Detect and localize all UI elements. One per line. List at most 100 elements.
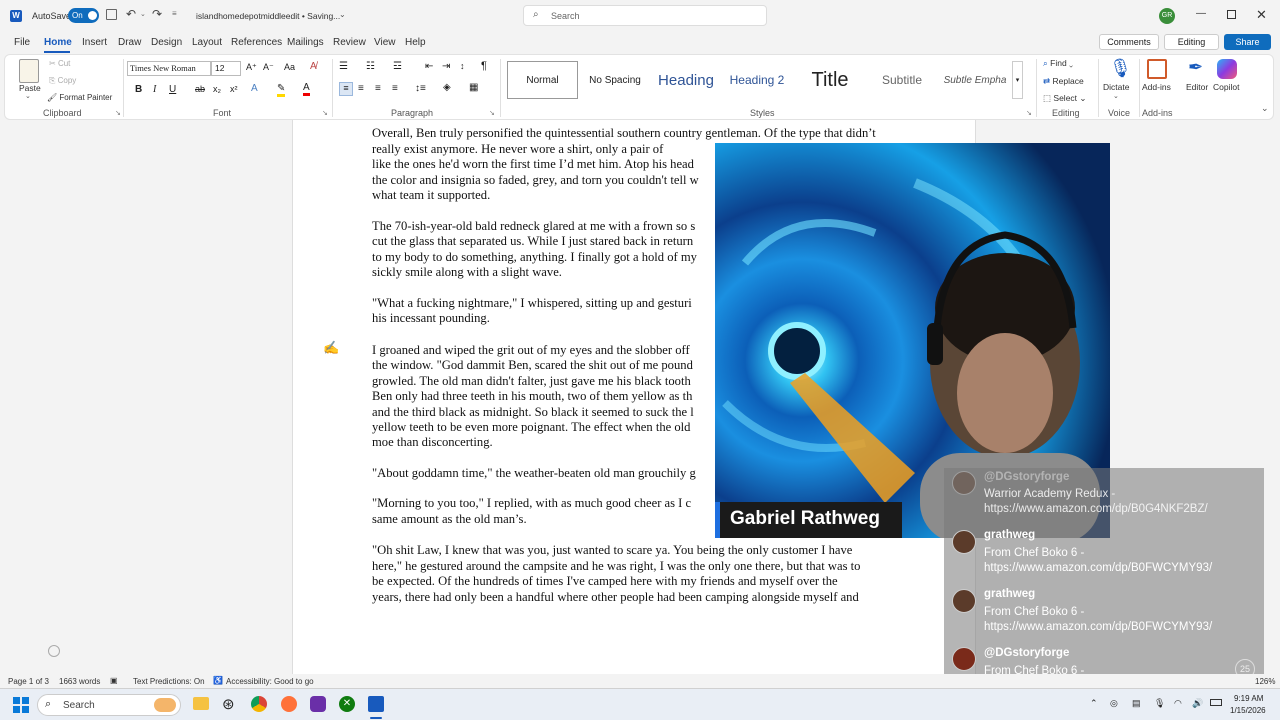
wifi-icon[interactable]: ◠ bbox=[1174, 698, 1182, 709]
title-dropdown-icon[interactable]: ⌄ bbox=[339, 10, 346, 19]
dictate-dropdown-icon[interactable]: ⌄ bbox=[1113, 92, 1119, 100]
paragraph-line[interactable]: "About goddamn time," the weather-beaten… bbox=[372, 466, 717, 482]
grow-font-icon[interactable]: A⁺ bbox=[246, 62, 257, 73]
page-count[interactable]: Page 1 of 3 bbox=[8, 677, 49, 686]
paragraph-line[interactable]: I groaned and wiped the grit out of my e… bbox=[372, 343, 717, 359]
font-family-select[interactable]: Times New Roman bbox=[127, 61, 211, 76]
sort-icon[interactable]: ↕ bbox=[460, 61, 465, 71]
tab-help[interactable]: Help bbox=[405, 37, 426, 48]
paste-dropdown-icon[interactable]: ⌄ bbox=[25, 92, 31, 100]
font-size-select[interactable]: 12 bbox=[211, 61, 241, 76]
superscript-icon[interactable]: x² bbox=[230, 84, 238, 94]
close-icon[interactable]: ✕ bbox=[1256, 7, 1267, 23]
tab-design[interactable]: Design bbox=[151, 37, 182, 48]
style-subtle-emphasis[interactable]: Subtle Empha bbox=[939, 61, 1011, 99]
tab-view[interactable]: View bbox=[374, 37, 396, 48]
addins-icon[interactable] bbox=[1147, 59, 1167, 79]
clock-time[interactable]: 9:19 AM bbox=[1234, 694, 1263, 703]
paragraph-line[interactable]: growled. The old man didn't falter, just… bbox=[372, 374, 717, 390]
paragraph-line[interactable]: here," he gestured around the campsite a… bbox=[372, 559, 897, 575]
tray-icon[interactable]: ◎ bbox=[1110, 698, 1118, 709]
word-count[interactable]: 1663 words bbox=[59, 677, 100, 686]
minimize-icon[interactable]: — bbox=[1196, 8, 1206, 19]
editor-icon[interactable]: ✒ bbox=[1188, 57, 1203, 78]
save-icon[interactable] bbox=[106, 9, 117, 20]
paragraph-line[interactable]: cut the glass that separated us. While I… bbox=[372, 234, 717, 250]
shading-icon[interactable]: ◈ bbox=[443, 82, 451, 93]
autosave-toggle[interactable]: On bbox=[68, 8, 99, 23]
chrome-icon[interactable] bbox=[251, 696, 267, 712]
clock-date[interactable]: 1/15/2026 bbox=[1230, 706, 1266, 715]
style-normal[interactable]: Normal bbox=[507, 61, 578, 99]
strikethrough-icon[interactable]: ab bbox=[195, 84, 205, 94]
battery-icon[interactable] bbox=[1210, 699, 1222, 706]
tab-review[interactable]: Review bbox=[333, 37, 366, 48]
chatgpt-icon[interactable]: ⊛ bbox=[222, 695, 235, 713]
paragraph-line[interactable]: the color and insignia so faded, grey, a… bbox=[372, 173, 717, 189]
multilevel-list-icon[interactable]: ☲ bbox=[393, 61, 402, 72]
align-left-icon[interactable]: ≡ bbox=[339, 82, 353, 96]
shrink-font-icon[interactable]: A⁻ bbox=[263, 62, 274, 73]
format-painter-button[interactable]: 🖌 Format Painter bbox=[47, 93, 112, 102]
obs-icon[interactable] bbox=[310, 696, 326, 712]
addins-label[interactable]: Add-ins bbox=[1142, 82, 1171, 92]
paragraph-line[interactable]: The 70-ish-year-old bald redneck glared … bbox=[372, 219, 717, 235]
word-taskbar-icon[interactable] bbox=[368, 696, 384, 712]
numbering-icon[interactable]: ☷ bbox=[366, 61, 375, 72]
paragraph-line[interactable]: to my body to do something, anything. I … bbox=[372, 250, 717, 266]
undo-icon[interactable]: ↶ bbox=[126, 7, 136, 21]
file-explorer-icon[interactable] bbox=[193, 697, 209, 710]
increase-indent-icon[interactable]: ⇥ bbox=[442, 61, 450, 72]
style-title[interactable]: Title bbox=[794, 61, 866, 99]
italic-icon[interactable]: I bbox=[153, 84, 156, 95]
paragraph-line[interactable]: be expected. Of the hundreds of times I'… bbox=[372, 574, 897, 590]
text-predictions[interactable]: Text Predictions: On bbox=[133, 677, 205, 686]
accessibility-status[interactable]: Accessibility: Good to go bbox=[226, 677, 314, 686]
volume-icon[interactable]: 🔊 bbox=[1192, 698, 1203, 709]
copilot-label[interactable]: Copilot bbox=[1213, 82, 1239, 92]
windows-start-icon[interactable] bbox=[13, 697, 29, 713]
font-launcher-icon[interactable]: ↘ bbox=[322, 109, 328, 117]
paragraph-line[interactable]: "What a fucking nightmare," I whispered,… bbox=[372, 296, 717, 312]
restore-icon[interactable] bbox=[1227, 10, 1236, 19]
paragraph-line[interactable]: "Oh shit Law, I knew that was you, just … bbox=[372, 543, 897, 559]
copilot-icon[interactable] bbox=[1217, 59, 1237, 79]
firefox-icon[interactable] bbox=[281, 696, 297, 712]
bullets-icon[interactable]: ☰ bbox=[339, 61, 348, 72]
dictate-icon[interactable]: 🎙 bbox=[1109, 58, 1132, 79]
tab-layout[interactable]: Layout bbox=[192, 37, 222, 48]
justify-icon[interactable]: ≡ bbox=[392, 83, 398, 94]
find-button[interactable]: ⌕ Find ⌄ bbox=[1043, 58, 1073, 69]
editor-label[interactable]: Editor bbox=[1186, 82, 1208, 92]
paragraph-line[interactable]: years, there had only been a handful whe… bbox=[372, 590, 897, 606]
align-center-icon[interactable]: ≡ bbox=[358, 83, 364, 94]
tab-references[interactable]: References bbox=[231, 37, 282, 48]
share-button[interactable]: Share bbox=[1224, 34, 1271, 50]
style-subtitle[interactable]: Subtitle bbox=[867, 61, 937, 99]
editing-mode-button[interactable]: Editing bbox=[1164, 34, 1219, 50]
paragraph-launcher-icon[interactable]: ↘ bbox=[489, 109, 495, 117]
ai-pen-icon[interactable]: ✍ bbox=[323, 340, 339, 356]
tray-icon[interactable]: 🎙 bbox=[1154, 698, 1165, 709]
bold-icon[interactable]: B bbox=[135, 84, 142, 95]
highlight-icon[interactable]: ✎ bbox=[277, 83, 286, 97]
show-marks-icon[interactable]: ¶ bbox=[481, 60, 487, 72]
style-heading[interactable]: Heading bbox=[650, 61, 722, 99]
copy-button[interactable]: ⎘ Copy bbox=[49, 76, 76, 86]
collapse-ribbon-icon[interactable]: ⌄ bbox=[1261, 103, 1269, 114]
styles-launcher-icon[interactable]: ↘ bbox=[1026, 109, 1032, 117]
style-no-spacing[interactable]: No Spacing bbox=[580, 61, 650, 99]
select-button[interactable]: ⬚ Select ⌄ bbox=[1043, 93, 1087, 104]
document-title[interactable]: islandhomedepotmiddleedit • Saving... bbox=[196, 11, 340, 21]
tab-draw[interactable]: Draw bbox=[118, 37, 141, 48]
change-case-icon[interactable]: Aa bbox=[284, 62, 295, 72]
replace-button[interactable]: ⇄ Replace bbox=[1043, 76, 1084, 87]
decrease-indent-icon[interactable]: ⇤ bbox=[425, 61, 433, 72]
clipboard-launcher-icon[interactable]: ↘ bbox=[115, 109, 121, 117]
tab-insert[interactable]: Insert bbox=[82, 37, 107, 48]
underline-icon[interactable]: U bbox=[169, 84, 176, 95]
taskbar-search[interactable]: ⌕ Search bbox=[37, 694, 181, 716]
subscript-icon[interactable]: x₂ bbox=[213, 84, 221, 94]
paragraph-line[interactable]: and the third black as midnight. So blac… bbox=[372, 405, 717, 421]
paragraph-line[interactable]: Ben only had three teeth in his mouth, t… bbox=[372, 389, 717, 405]
